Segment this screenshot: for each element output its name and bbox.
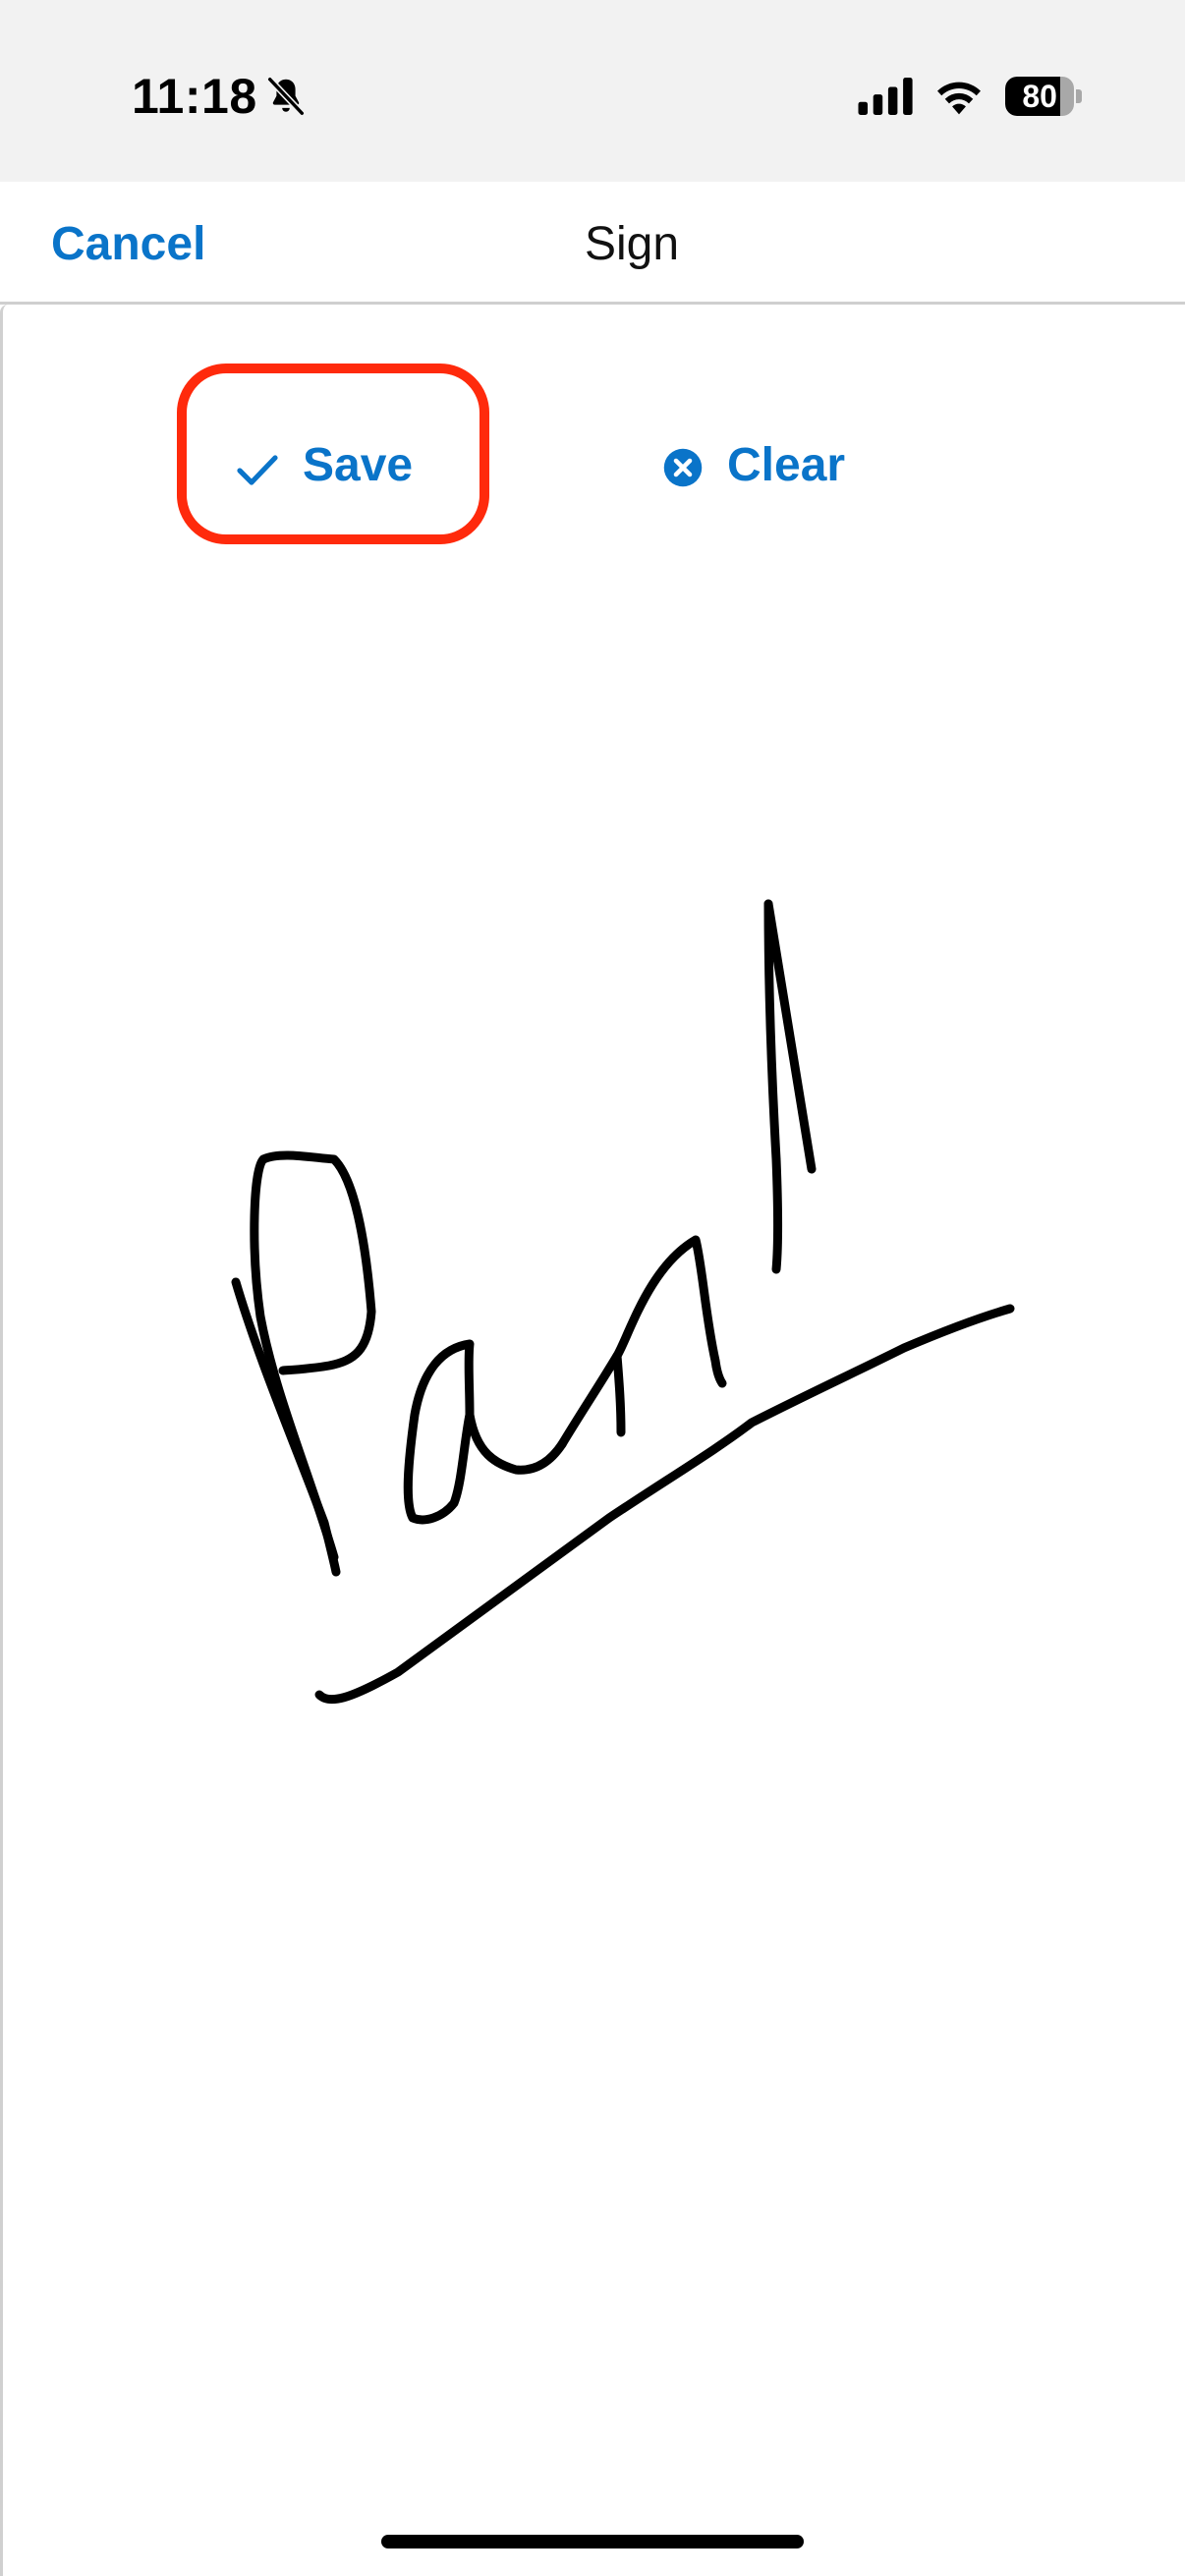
- page-title: Sign: [584, 218, 680, 270]
- status-time: 11:18: [132, 69, 257, 124]
- signal-icon: [858, 78, 913, 115]
- nav-bar: Cancel Sign: [0, 182, 1185, 305]
- signature-screen: 11:18 80 Cancel Sign Save Clear: [0, 0, 1185, 2576]
- status-time-group: 11:18: [132, 67, 309, 126]
- clear-label: Clear: [727, 438, 846, 491]
- bell-slash-icon: [266, 76, 306, 117]
- home-indicator[interactable]: [381, 2535, 804, 2548]
- battery-icon: 80: [1005, 77, 1082, 116]
- status-right: 80: [858, 71, 1082, 122]
- battery-percent: 80: [1022, 78, 1057, 114]
- battery-body: 80: [1005, 77, 1075, 116]
- status-bar: 11:18 80: [0, 0, 1185, 182]
- save-button[interactable]: Save: [236, 430, 413, 499]
- check-icon: [237, 455, 278, 485]
- signature-pad[interactable]: [0, 305, 1185, 2576]
- wifi-icon: [937, 82, 981, 115]
- save-label: Save: [303, 438, 414, 491]
- clear-button[interactable]: Clear: [662, 430, 845, 499]
- battery-cap: [1076, 89, 1082, 103]
- x-circle-icon: [663, 448, 703, 487]
